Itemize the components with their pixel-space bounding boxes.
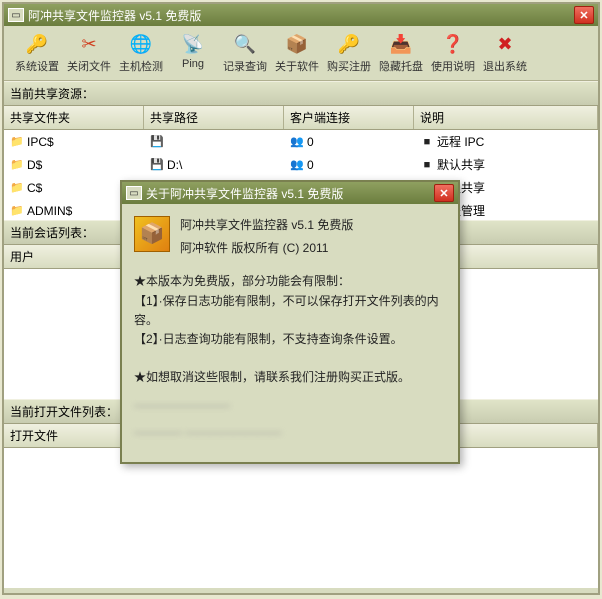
toolbar: 🔑 系统设置 ✂ 关闭文件 🌐 主机检测 📡 Ping 🔍 记录查询 📦 关于软件 🔑 购买注册 📥 隐藏托盘… xyxy=(4,26,598,81)
buy-register-icon: 🔑 xyxy=(337,32,361,56)
dialog-body: 📦 阿冲共享文件监控器 v5.1 免费版 阿冲软件 版权所有 (C) 2011 … xyxy=(122,204,458,462)
toolbar-hide-tray[interactable]: 📥 隐藏托盘 xyxy=(376,30,426,76)
note2: 【1】·保存日志功能有限制，不可以保存打开文件列表的内容。 xyxy=(134,292,446,330)
about-icon: 📦 xyxy=(285,32,309,56)
dot-icon: ■ xyxy=(420,158,434,172)
toolbar-about[interactable]: 📦 关于软件 xyxy=(272,30,322,76)
main-titlebar[interactable]: ▭ 阿冲共享文件监控器 v5.1 免费版 ✕ xyxy=(4,4,598,26)
system-settings-label: 系统设置 xyxy=(15,58,59,74)
toolbar-close-file[interactable]: ✂ 关闭文件 xyxy=(64,30,114,76)
cell-path: D:\ xyxy=(167,158,182,172)
toolbar-log-query[interactable]: 🔍 记录查询 xyxy=(220,30,270,76)
minimize-icon[interactable]: ▭ xyxy=(8,8,24,22)
blurred-text-2: ———— ———————— xyxy=(134,423,446,442)
files-body xyxy=(4,448,598,588)
toolbar-help[interactable]: ❓ 使用说明 xyxy=(428,30,478,76)
cell-clients: 0 xyxy=(307,135,314,149)
table-row[interactable]: 📁IPC$ 💾 👥0 ■远程 IPC xyxy=(4,130,598,153)
dialog-titlebar[interactable]: ▭ 关于阿冲共享文件监控器 v5.1 免费版 ✕ xyxy=(122,182,458,204)
blurred-text-1: ———————— xyxy=(134,396,446,415)
help-label: 使用说明 xyxy=(431,58,475,74)
cell-folder: ADMIN$ xyxy=(27,204,72,218)
buy-register-label: 购买注册 xyxy=(327,58,371,74)
toolbar-system-settings[interactable]: 🔑 系统设置 xyxy=(12,30,62,76)
copyright-line: 阿冲软件 版权所有 (C) 2011 xyxy=(180,239,446,258)
th-desc[interactable]: 说明 xyxy=(414,106,598,129)
exit-label: 退出系统 xyxy=(483,58,527,74)
cell-desc: 远程 IPC xyxy=(437,133,484,150)
cell-desc: 默认共享 xyxy=(437,156,485,173)
cell-folder: D$ xyxy=(27,158,42,172)
system-settings-icon: 🔑 xyxy=(25,32,49,56)
th-clients[interactable]: 客户端连接 xyxy=(284,106,414,129)
table-row[interactable]: 📁D$ 💾D:\ 👥0 ■默认共享 xyxy=(4,153,598,176)
app-icon: 📦 xyxy=(134,216,170,252)
hide-tray-icon: 📥 xyxy=(389,32,413,56)
main-close-button[interactable]: ✕ xyxy=(574,6,594,24)
folder-icon: 📁 xyxy=(10,181,24,195)
drive-icon: 💾 xyxy=(150,158,164,172)
cell-folder: IPC$ xyxy=(27,135,54,149)
toolbar-exit[interactable]: ✖ 退出系统 xyxy=(480,30,530,76)
note3: 【2】·日志查询功能有限制，不支持查询条件设置。 xyxy=(134,330,446,349)
about-dialog: ▭ 关于阿冲共享文件监控器 v5.1 免费版 ✕ 📦 阿冲共享文件监控器 v5.… xyxy=(120,180,460,464)
cell-folder: C$ xyxy=(27,181,42,195)
shares-table-header: 共享文件夹 共享路径 客户端连接 说明 xyxy=(4,106,598,130)
drive-icon: 💾 xyxy=(150,135,164,149)
cell-clients: 0 xyxy=(307,158,314,172)
shares-section-header: 当前共享资源： xyxy=(4,81,598,106)
note1: ★本版本为免费版，部分功能会有限制： xyxy=(134,272,446,291)
product-line: 阿冲共享文件监控器 v5.1 免费版 xyxy=(180,216,446,235)
host-detect-label: 主机检测 xyxy=(119,58,163,74)
people-icon: 👥 xyxy=(290,135,304,149)
people-icon: 👥 xyxy=(290,158,304,172)
ping-icon: 📡 xyxy=(181,32,205,56)
th-folder[interactable]: 共享文件夹 xyxy=(4,106,144,129)
close-file-icon: ✂ xyxy=(77,32,101,56)
dialog-minimize-icon[interactable]: ▭ xyxy=(126,186,142,200)
hide-tray-label: 隐藏托盘 xyxy=(379,58,423,74)
exit-icon: ✖ xyxy=(493,32,517,56)
toolbar-buy-register[interactable]: 🔑 购买注册 xyxy=(324,30,374,76)
help-icon: ❓ xyxy=(441,32,465,56)
main-title: 阿冲共享文件监控器 v5.1 免费版 xyxy=(28,7,574,24)
host-detect-icon: 🌐 xyxy=(129,32,153,56)
folder-icon: 📁 xyxy=(10,135,24,149)
close-file-label: 关闭文件 xyxy=(67,58,111,74)
dialog-title: 关于阿冲共享文件监控器 v5.1 免费版 xyxy=(146,185,434,202)
dialog-close-button[interactable]: ✕ xyxy=(434,184,454,202)
about-label: 关于软件 xyxy=(275,58,319,74)
toolbar-host-detect[interactable]: 🌐 主机检测 xyxy=(116,30,166,76)
note4: ★如想取消这些限制，请联系我们注册购买正式版。 xyxy=(134,368,446,387)
dot-icon: ■ xyxy=(420,135,434,149)
folder-icon: 📁 xyxy=(10,158,24,172)
th-path[interactable]: 共享路径 xyxy=(144,106,284,129)
ping-label: Ping xyxy=(182,58,204,70)
log-query-label: 记录查询 xyxy=(223,58,267,74)
toolbar-ping[interactable]: 📡 Ping xyxy=(168,30,218,76)
folder-icon: 📁 xyxy=(10,204,24,218)
log-query-icon: 🔍 xyxy=(233,32,257,56)
